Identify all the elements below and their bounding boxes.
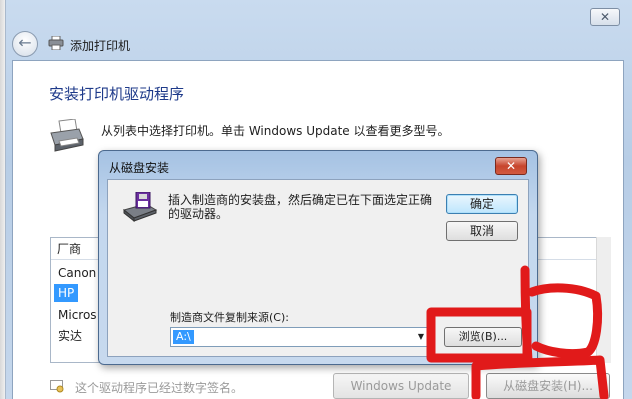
instruction-text: 从列表中选择打印机。单击 Windows Update 以查看更多型号。 [101,124,450,138]
browse-button[interactable]: 浏览(B)... [444,327,522,347]
certificate-icon [50,380,64,393]
window-close-button[interactable]: ✕ [590,8,620,26]
background-window-edge [0,0,6,399]
list-item[interactable]: 实达 [54,327,86,345]
install-from-disk-dialog: 从磁盘安装 ✕ 插入制造商的安装盘，然后确定已在下面选定正确的驱动器。 确定 取… [98,150,538,365]
chevron-down-icon[interactable]: ▼ [415,330,427,344]
list-item-selected[interactable]: HP [54,284,79,302]
dialog-close-button[interactable]: ✕ [495,157,527,175]
printer-icon [48,36,64,50]
windows-update-button[interactable]: Windows Update [333,373,469,399]
printer-icon [50,119,84,152]
source-label: 制造商文件复制来源(C): [170,311,289,324]
back-button[interactable]: ← [12,31,38,57]
signature-status-text: 这个驱动程序已经过数字签名。 [75,381,244,395]
list-scrollbar[interactable] [596,237,611,363]
dialog-body: 插入制造商的安装盘，然后确定已在下面选定正确的驱动器。 确定 取消 制造商文件复… [107,179,529,357]
dialog-message: 插入制造商的安装盘，然后确定已在下面选定正确的驱动器。 [168,193,433,221]
window-title: 添加打印机 [70,39,131,53]
dialog-title: 从磁盘安装 [109,161,170,175]
source-path-combobox[interactable]: A:\ ▼ [170,327,430,347]
source-path-value[interactable]: A:\ [173,330,194,344]
floppy-disk-icon [122,192,158,222]
add-printer-window: ✕ ← 添加打印机 安装打印机驱动程序 从列表中选择打印机。单击 Windows… [0,0,632,399]
cancel-button[interactable]: 取消 [446,221,518,241]
list-item[interactable]: Micros [54,306,101,324]
page-title: 安装打印机驱动程序 [49,85,185,103]
have-disk-button[interactable]: 从磁盘安装(H)... [486,373,610,399]
ok-button[interactable]: 确定 [446,194,518,214]
list-item[interactable]: Canon [54,264,100,282]
